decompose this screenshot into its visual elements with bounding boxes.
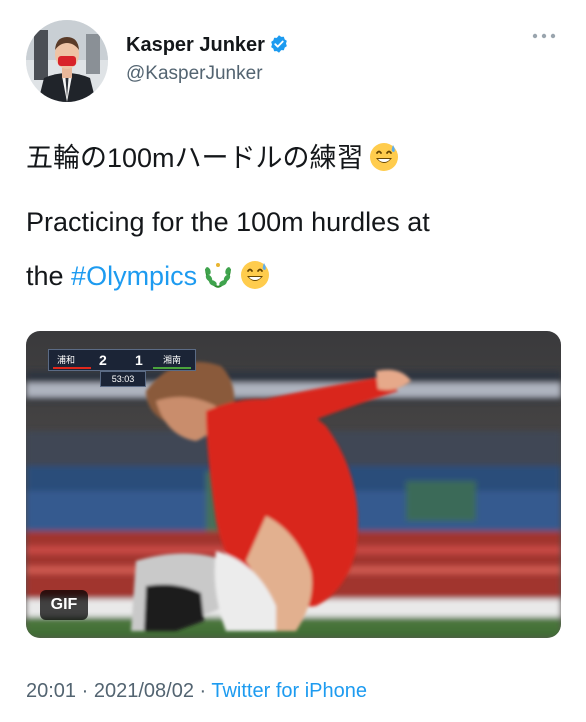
- gif-badge: GIF: [40, 590, 88, 620]
- meta-separator: ·: [193, 680, 212, 702]
- user-handle[interactable]: @KasperJunker: [126, 62, 263, 86]
- tweet-source-link[interactable]: Twitter for iPhone: [211, 680, 367, 702]
- display-name[interactable]: Kasper Junker: [126, 33, 289, 60]
- tweet-time[interactable]: 20:01: [26, 680, 76, 702]
- avatar-image: [26, 20, 108, 102]
- grinning-sweat-emoji-icon: [239, 259, 271, 300]
- tweet-metadata: 20:01 · 2021/08/02 · Twitter for iPhone: [26, 678, 367, 704]
- verified-badge-icon: [269, 34, 289, 60]
- home-team-color-bar: [53, 367, 91, 369]
- scoreboard-home-score: 2: [99, 352, 107, 368]
- tweet-text-jp: 五輪の100mハードルの練習: [26, 143, 364, 173]
- tweet-text-english: Practicing for the 100m hurdles at the #…: [26, 204, 566, 300]
- grinning-sweat-emoji-icon: [368, 141, 400, 182]
- away-team-color-bar: [153, 367, 191, 369]
- scoreboard-row: 浦和 2 1 湘南: [48, 349, 196, 371]
- scoreboard-home-team: 浦和: [57, 355, 76, 365]
- scoreboard-overlay: 浦和 2 1 湘南 53:03: [48, 349, 196, 391]
- meta-separator: ·: [76, 680, 94, 702]
- display-name-text: Kasper Junker: [126, 34, 265, 56]
- tweet-text-en-prefix: the: [26, 261, 72, 291]
- more-options-icon[interactable]: [530, 28, 558, 44]
- tweet-text-en-line1: Practicing for the 100m hurdles at: [26, 207, 430, 237]
- tweet-text-japanese: 五輪の100mハードルの練習: [26, 140, 400, 182]
- gif-media[interactable]: 浦和 2 1 湘南 53:03 GIF: [26, 331, 561, 638]
- hashtag-olympics-link[interactable]: #Olympics: [71, 261, 197, 291]
- scoreboard-away-team: 湘南: [163, 355, 182, 365]
- scoreboard-clock: 53:03: [100, 371, 146, 387]
- tweet-date[interactable]: 2021/08/02: [94, 680, 194, 702]
- tweet-text-en-line2: the #Olympics: [26, 258, 566, 300]
- scoreboard-away-score: 1: [135, 352, 143, 368]
- tweet-header: Kasper Junker @KasperJunker: [26, 20, 562, 102]
- tweet-card: Kasper Junker @KasperJunker 五輪の100mハードルの…: [0, 0, 586, 722]
- avatar[interactable]: [26, 20, 108, 102]
- olympic-laurel-icon: [201, 259, 235, 300]
